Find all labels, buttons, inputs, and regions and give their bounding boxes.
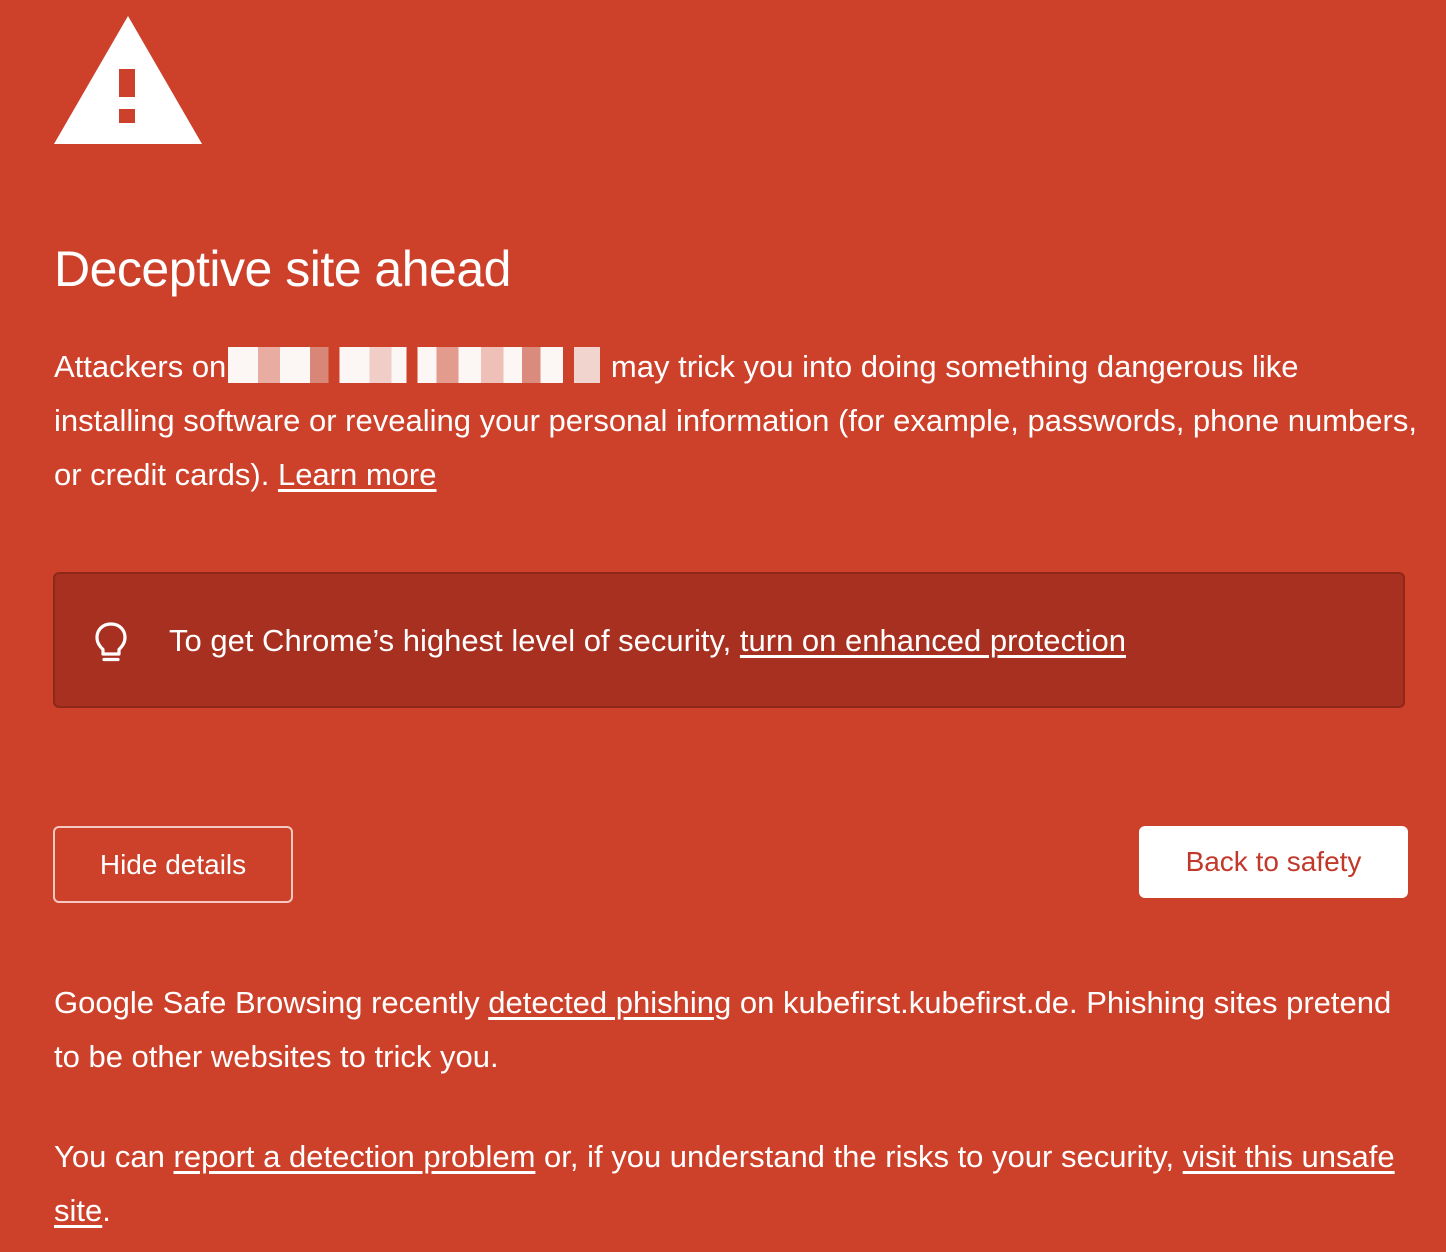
callout-message: To get Chrome’s highest level of securit… xyxy=(169,623,740,658)
details-paragraph: Google Safe Browsing recently detected p… xyxy=(54,976,1424,1084)
detected-phishing-link[interactable]: detected phishing xyxy=(488,985,731,1020)
final-text-start: You can xyxy=(54,1139,174,1174)
learn-more-link[interactable]: Learn more xyxy=(278,457,437,492)
lightbulb-icon xyxy=(93,621,129,663)
main-message: Attackers on may trick you into doing so… xyxy=(54,340,1424,502)
hide-details-button[interactable]: Hide details xyxy=(53,826,293,903)
details-text-start: Google Safe Browsing recently xyxy=(54,985,489,1020)
final-text-middle: or, if you understand the risks to your … xyxy=(535,1139,1183,1174)
unsafe-site-paragraph: You can report a detection problem or, i… xyxy=(54,1130,1424,1238)
callout-text: To get Chrome’s highest level of securit… xyxy=(169,618,1126,664)
redacted-url xyxy=(228,347,601,383)
enhanced-protection-link[interactable]: turn on enhanced protection xyxy=(740,623,1126,658)
enhanced-protection-callout: To get Chrome’s highest level of securit… xyxy=(53,572,1405,708)
back-to-safety-button[interactable]: Back to safety xyxy=(1139,826,1408,898)
final-text-end: . xyxy=(102,1193,111,1228)
warning-triangle-icon xyxy=(52,14,204,146)
page-title: Deceptive site ahead xyxy=(54,241,511,297)
main-message-start: Attackers on xyxy=(54,349,227,384)
report-detection-problem-link[interactable]: report a detection problem xyxy=(174,1139,536,1174)
